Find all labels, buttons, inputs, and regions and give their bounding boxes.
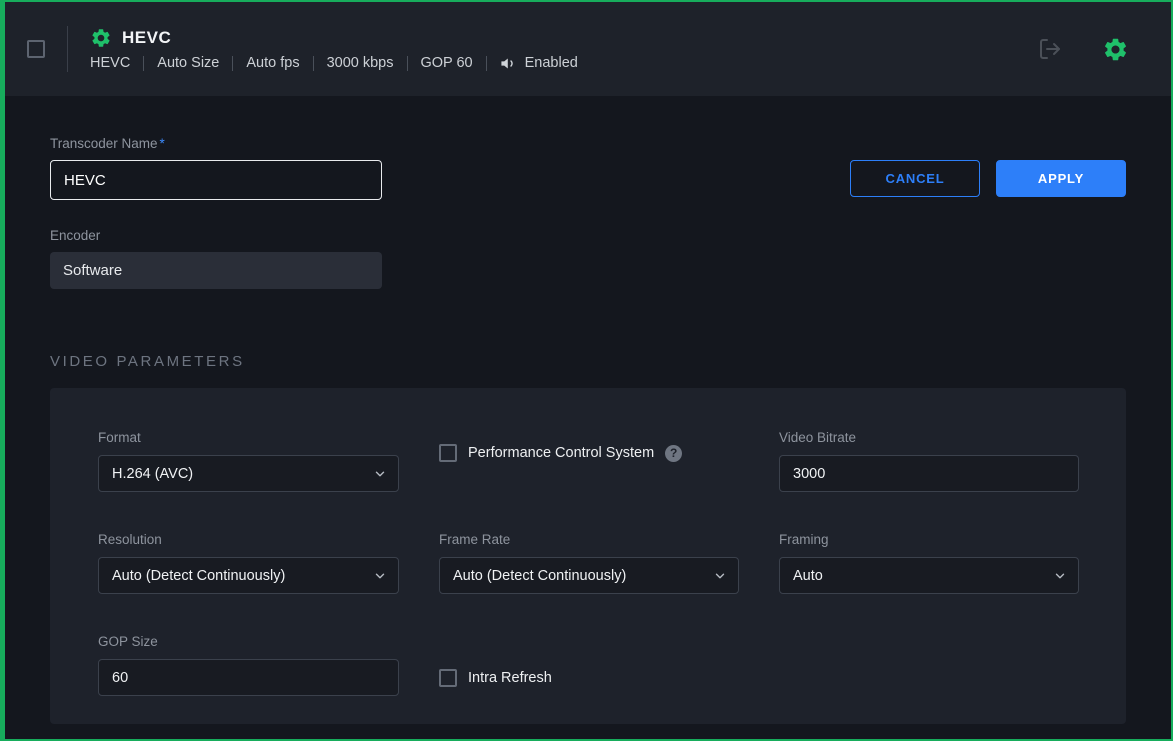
audio-status: Enabled bbox=[500, 55, 578, 72]
gop-size-input[interactable] bbox=[98, 659, 399, 696]
format-field: Format H.264 (AVC) bbox=[98, 430, 399, 492]
video-bitrate-input[interactable] bbox=[779, 455, 1079, 492]
transcoder-summary: HEVC Auto Size Auto fps 3000 kbps GOP 60… bbox=[90, 55, 578, 72]
intra-refresh-checkbox[interactable] bbox=[439, 669, 457, 687]
video-parameters-panel: Format H.264 (AVC) Performance Control S… bbox=[50, 388, 1126, 724]
summary-size: Auto Size bbox=[157, 55, 219, 71]
main-content: CANCEL APPLY Transcoder Name* Encoder So… bbox=[5, 96, 1171, 724]
required-mark: * bbox=[160, 136, 165, 151]
format-value: H.264 (AVC) bbox=[112, 466, 193, 482]
cancel-button[interactable]: CANCEL bbox=[850, 160, 980, 197]
export-button[interactable] bbox=[1038, 37, 1062, 61]
frame-rate-select[interactable]: Auto (Detect Continuously) bbox=[439, 557, 739, 594]
summary-bitrate: 3000 kbps bbox=[327, 55, 394, 71]
title-row: HEVC bbox=[90, 27, 578, 49]
framing-select[interactable]: Auto bbox=[779, 557, 1079, 594]
summary-fps: Auto fps bbox=[246, 55, 299, 71]
summary-codec: HEVC bbox=[90, 55, 130, 71]
meta-separator bbox=[143, 56, 144, 71]
meta-separator bbox=[486, 56, 487, 71]
chevron-down-icon bbox=[1053, 569, 1067, 583]
frame-rate-value: Auto (Detect Continuously) bbox=[453, 568, 626, 584]
intra-refresh-field: Intra Refresh bbox=[439, 669, 739, 687]
gear-icon bbox=[1102, 36, 1129, 63]
meta-separator bbox=[313, 56, 314, 71]
gop-size-label: GOP Size bbox=[98, 634, 399, 649]
performance-control-checkbox[interactable] bbox=[439, 444, 457, 462]
select-transcoder-checkbox[interactable] bbox=[27, 40, 45, 58]
performance-control-field: Performance Control System ? bbox=[439, 444, 739, 462]
format-label: Format bbox=[98, 430, 399, 445]
transcoder-name-label: Transcoder Name* bbox=[50, 136, 1126, 151]
encoder-field: Encoder Software bbox=[50, 228, 1126, 289]
speaker-icon bbox=[500, 55, 517, 72]
header-main: HEVC HEVC Auto Size Auto fps 3000 kbps G… bbox=[90, 27, 578, 72]
intra-refresh-label: Intra Refresh bbox=[468, 670, 552, 686]
audio-status-label: Enabled bbox=[525, 55, 578, 71]
chevron-down-icon bbox=[713, 569, 727, 583]
gop-size-field: GOP Size bbox=[98, 634, 399, 696]
resolution-value: Auto (Detect Continuously) bbox=[112, 568, 285, 584]
settings-button[interactable] bbox=[1102, 36, 1129, 63]
chevron-down-icon bbox=[373, 467, 387, 481]
transcoder-name-label-text: Transcoder Name bbox=[50, 136, 158, 151]
performance-control-label: Performance Control System bbox=[468, 445, 654, 461]
video-bitrate-field: Video Bitrate bbox=[779, 430, 1079, 492]
format-select[interactable]: H.264 (AVC) bbox=[98, 455, 399, 492]
transcoder-settings-page: HEVC HEVC Auto Size Auto fps 3000 kbps G… bbox=[0, 0, 1173, 741]
page-title: HEVC bbox=[122, 28, 171, 48]
frame-rate-field: Frame Rate Auto (Detect Continuously) bbox=[439, 532, 739, 594]
meta-separator bbox=[232, 56, 233, 71]
form-actions: CANCEL APPLY bbox=[850, 160, 1126, 197]
summary-gop: GOP 60 bbox=[421, 55, 473, 71]
apply-button[interactable]: APPLY bbox=[996, 160, 1126, 197]
frame-rate-label: Frame Rate bbox=[439, 532, 739, 547]
video-parameters-grid: Format H.264 (AVC) Performance Control S… bbox=[98, 430, 1078, 696]
header-divider bbox=[67, 26, 68, 72]
chevron-down-icon bbox=[373, 569, 387, 583]
encoder-label: Encoder bbox=[50, 228, 1126, 243]
meta-separator bbox=[407, 56, 408, 71]
help-icon[interactable]: ? bbox=[665, 445, 682, 462]
video-parameters-heading: VIDEO PARAMETERS bbox=[50, 353, 1126, 370]
video-bitrate-label: Video Bitrate bbox=[779, 430, 1079, 445]
framing-label: Framing bbox=[779, 532, 1079, 547]
transcoder-name-input[interactable] bbox=[50, 160, 382, 200]
header: HEVC HEVC Auto Size Auto fps 3000 kbps G… bbox=[5, 2, 1171, 96]
framing-field: Framing Auto bbox=[779, 532, 1079, 594]
encoder-value[interactable]: Software bbox=[50, 252, 382, 289]
transcoder-icon bbox=[90, 27, 112, 49]
export-icon bbox=[1038, 37, 1062, 61]
framing-value: Auto bbox=[793, 568, 823, 584]
resolution-label: Resolution bbox=[98, 532, 399, 547]
resolution-select[interactable]: Auto (Detect Continuously) bbox=[98, 557, 399, 594]
resolution-field: Resolution Auto (Detect Continuously) bbox=[98, 532, 399, 594]
